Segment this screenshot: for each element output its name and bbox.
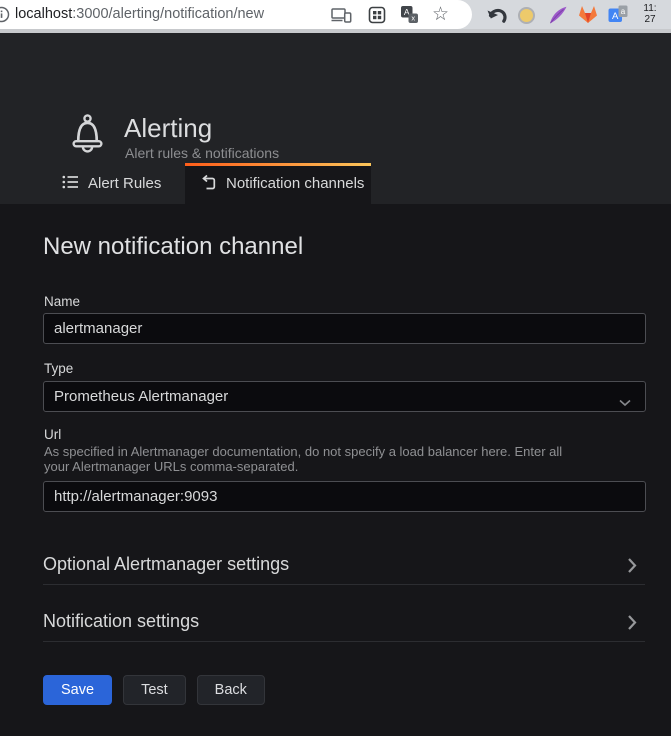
page-title-header: Alerting <box>124 113 212 144</box>
name-input[interactable] <box>43 313 646 344</box>
url-text[interactable]: localhost:3000/alerting/notification/new <box>15 6 264 22</box>
url-input[interactable] <box>43 481 646 512</box>
undo-extension-icon[interactable] <box>486 6 508 25</box>
page-header: Alerting Alert rules & notifications Ale… <box>0 33 671 204</box>
svg-text:a: a <box>621 7 626 16</box>
address-bar[interactable]: localhost:3000/alerting/notification/new… <box>0 0 472 29</box>
button-row: Save Test Back <box>43 675 265 705</box>
tab-alert-rules[interactable]: Alert Rules <box>42 163 176 204</box>
back-button[interactable]: Back <box>197 675 265 705</box>
feather-extension-icon[interactable] <box>548 5 568 25</box>
notification-channels-icon <box>200 174 217 194</box>
clock-minutes: 27 <box>644 14 655 25</box>
translate-extension-icon[interactable]: Ax <box>400 5 419 24</box>
svg-text:A: A <box>612 11 619 22</box>
list-icon <box>62 175 79 193</box>
chevron-right-icon <box>627 557 637 579</box>
test-button[interactable]: Test <box>123 675 186 705</box>
section-notification-settings[interactable]: Notification settings <box>43 602 645 642</box>
page-content: New notification channel Name Type Prome… <box>0 204 671 736</box>
clock-hours: 11: <box>643 3 656 14</box>
tab-notification-channels-label: Notification channels <box>226 175 364 192</box>
send-to-device-icon[interactable] <box>331 8 352 23</box>
bookmark-star-icon[interactable]: ☆ <box>432 2 449 28</box>
chevron-right-icon <box>627 614 637 636</box>
gitlab-extension-icon[interactable] <box>578 5 598 24</box>
svg-text:x: x <box>411 14 415 23</box>
page-subtitle: Alert rules & notifications <box>125 145 279 161</box>
type-select-value: Prometheus Alertmanager <box>54 388 228 405</box>
tab-notification-channels[interactable]: Notification channels <box>185 163 371 204</box>
tab-alert-rules-label: Alert Rules <box>88 175 161 192</box>
save-button[interactable]: Save <box>43 675 112 705</box>
section-optional-label: Optional Alertmanager settings <box>43 554 289 575</box>
browser-bottom-border <box>0 29 671 33</box>
active-tab-accent <box>185 163 371 166</box>
form-title: New notification channel <box>43 233 303 261</box>
circle-extension-icon[interactable] <box>518 7 535 24</box>
section-optional-alertmanager-settings[interactable]: Optional Alertmanager settings <box>43 545 645 585</box>
chevron-down-icon <box>619 394 631 411</box>
alerting-bell-icon <box>69 113 106 162</box>
url-description: As specified in Alertmanager documentati… <box>44 445 579 474</box>
url-path: :3000/alerting/notification/new <box>72 6 264 22</box>
type-select[interactable]: Prometheus Alertmanager <box>43 381 646 412</box>
section-notification-label: Notification settings <box>43 611 199 632</box>
type-label: Type <box>44 361 73 376</box>
browser-toolbar: localhost:3000/alerting/notification/new… <box>0 0 671 29</box>
url-host: localhost <box>15 6 72 22</box>
url-label: Url <box>44 427 61 442</box>
clock-extension[interactable]: 11: 27 <box>637 4 663 25</box>
apps-grid-icon[interactable] <box>368 6 386 24</box>
google-translate-icon[interactable]: Aa <box>608 5 628 25</box>
name-label: Name <box>44 294 80 309</box>
page-info-icon[interactable] <box>0 6 10 23</box>
